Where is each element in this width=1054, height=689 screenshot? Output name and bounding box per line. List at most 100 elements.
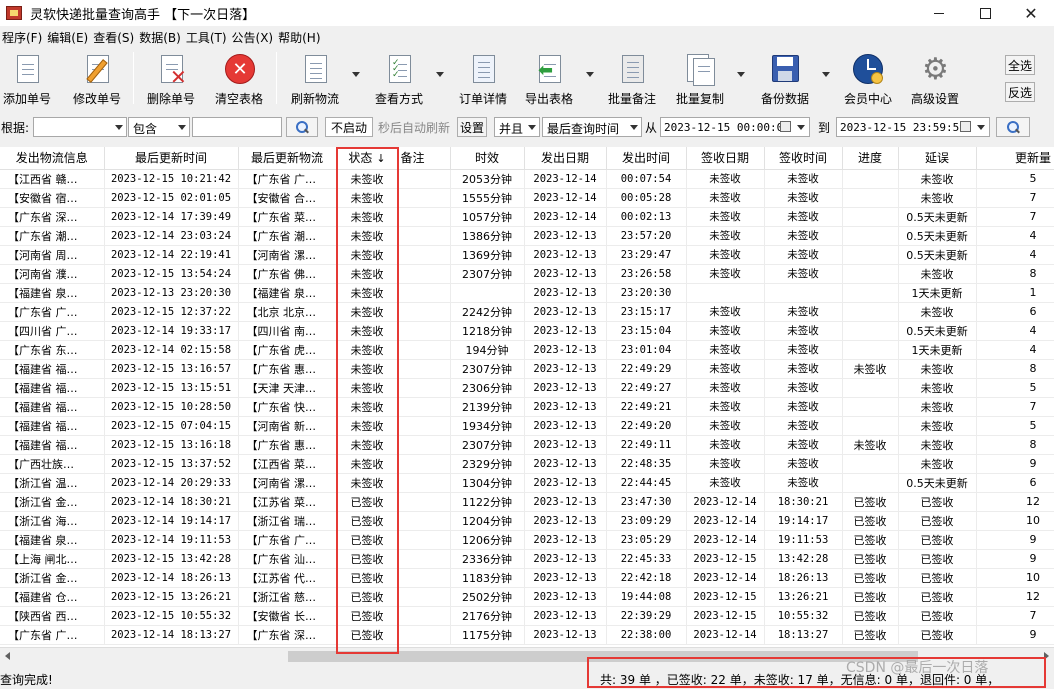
select-all-button[interactable]: 全选: [1005, 55, 1035, 75]
invert-selection-button[interactable]: 反选: [1005, 82, 1035, 102]
table-cell: 【广东省 广…: [238, 530, 337, 550]
table-row[interactable]: 【上海 闸北… 2023-12-15 13:42:28 【广东省 汕… 已签收 2336…: [0, 549, 1054, 569]
export-table-button[interactable]: ⬅ 导出表格: [520, 52, 578, 108]
order-detail-button[interactable]: 订单详情: [454, 52, 512, 108]
date-search-button[interactable]: [996, 117, 1030, 137]
view-mode-dropdown-icon[interactable]: [436, 72, 444, 78]
to-date-picker[interactable]: 2023-12-15 23:59:59: [836, 117, 990, 137]
add-number-button[interactable]: 添加单号: [0, 52, 54, 108]
table-cell: 12: [976, 492, 1054, 512]
backup-dropdown-icon[interactable]: [822, 72, 830, 78]
table-cell: 【江西省 赣…: [0, 169, 105, 189]
table-row[interactable]: 【广东省 广… 2023-12-15 12:37:22 【北京 北京… 未签收 2242…: [0, 302, 1054, 322]
export-dropdown-icon[interactable]: [586, 72, 594, 78]
backup-data-button[interactable]: 备份数据: [756, 52, 814, 108]
table-row[interactable]: 【广东省 广… 2023-12-14 18:13:27 【广东省 深… 已签收 1175…: [0, 625, 1054, 645]
batch-copy-dropdown-icon[interactable]: [737, 72, 745, 78]
table-cell: 2023-12-13: [524, 568, 607, 588]
table-row[interactable]: 【福建省 福… 2023-12-15 07:04:15 【河南省 新… 未签收 1934…: [0, 416, 1054, 436]
table-row[interactable]: 【福建省 福… 2023-12-15 10:28:50 【广东省 快… 未签收 2139…: [0, 397, 1054, 417]
table-cell: 8: [976, 359, 1054, 379]
col-header-last-update-logistics[interactable]: 最后更新物流: [238, 147, 337, 170]
table-row[interactable]: 【河南省 周… 2023-12-14 22:19:41 【河南省 漯… 未签收 1369…: [0, 245, 1054, 265]
table-row[interactable]: 【浙江省 金… 2023-12-14 18:30:21 【江苏省 菜… 已签收 1122…: [0, 492, 1054, 512]
table-cell: 19:14:17: [764, 511, 843, 531]
search-button[interactable]: [286, 117, 318, 137]
refresh-logistics-button[interactable]: 刷新物流: [286, 52, 344, 108]
table-row[interactable]: 【广东省 深… 2023-12-14 17:39:49 【广东省 菜… 未签收 1057…: [0, 207, 1054, 227]
table-row[interactable]: 【浙江省 海… 2023-12-14 19:14:17 【浙江省 瑞… 已签收 1204…: [0, 511, 1054, 531]
table-row[interactable]: 【广西壮族… 2023-12-15 13:37:52 【江西省 菜… 未签收 2329分…: [0, 454, 1054, 474]
col-header-status[interactable]: 状态 ↓: [336, 147, 399, 170]
menu-help[interactable]: 帮助(H): [276, 29, 323, 46]
batch-note-button[interactable]: 批量备注: [603, 52, 661, 108]
batch-copy-button[interactable]: 批量复制: [671, 52, 729, 108]
menu-tools[interactable]: 工具(T): [184, 29, 230, 46]
match-mode-select[interactable]: 包含: [128, 117, 190, 137]
table-cell: 【北京 北京…: [238, 302, 337, 322]
table-row[interactable]: 【河南省 濮… 2023-12-15 13:54:24 【广东省 佛… 未签收 2307…: [0, 264, 1054, 284]
table-row[interactable]: 【福建省 仓… 2023-12-15 13:26:21 【浙江省 慈… 已签收 2502…: [0, 587, 1054, 607]
clear-table-button[interactable]: ✕ 清空表格: [211, 52, 267, 108]
table-row[interactable]: 【四川省 广… 2023-12-14 19:33:17 【四川省 南… 未签收 1218…: [0, 321, 1054, 341]
scroll-left-icon[interactable]: [5, 652, 10, 660]
table-row[interactable]: 【江西省 赣… 2023-12-15 10:21:42 【广东省 广… 未签收 2053…: [0, 169, 1054, 189]
table-row[interactable]: 【浙江省 温… 2023-12-14 20:29:33 【河南省 漯… 未签收 1304…: [0, 473, 1054, 493]
menu-view[interactable]: 查看(S): [91, 29, 137, 46]
advanced-settings-button[interactable]: ⚙ 高级设置: [906, 52, 964, 108]
table-row[interactable]: 【福建省 福… 2023-12-15 13:16:18 【广东省 惠… 未签收 2307…: [0, 435, 1054, 455]
table-row[interactable]: 【陕西省 西… 2023-12-15 10:55:32 【安徽省 长… 已签收 2176…: [0, 606, 1054, 626]
table-row[interactable]: 【福建省 泉… 2023-12-14 19:11:53 【广东省 广… 已签收 1206…: [0, 530, 1054, 550]
col-header-sign-date[interactable]: 签收日期: [686, 147, 765, 170]
col-header-update-count[interactable]: 更新量: [976, 147, 1054, 170]
table-cell: 2023-12-13: [524, 359, 607, 379]
member-center-button[interactable]: 会员中心: [838, 52, 898, 108]
table-cell: 未签收: [336, 378, 399, 398]
table-cell: 未签收: [336, 207, 399, 227]
detail-sheet-icon: [468, 54, 498, 86]
settings-button[interactable]: 设置: [457, 117, 487, 137]
filter-field-select[interactable]: [33, 117, 127, 137]
scrollbar-thumb[interactable]: [288, 651, 918, 662]
edit-number-button[interactable]: 修改单号: [70, 52, 124, 108]
col-header-progress[interactable]: 进度: [842, 147, 899, 170]
time-field-select[interactable]: 最后查询时间: [542, 117, 642, 137]
keyword-input[interactable]: [192, 117, 282, 137]
from-date-picker[interactable]: 2023-12-15 00:00:00: [660, 117, 810, 137]
menu-data[interactable]: 数据(B): [137, 29, 184, 46]
table-row[interactable]: 【福建省 福… 2023-12-15 13:16:57 【广东省 惠… 未签收 2307…: [0, 359, 1054, 379]
filter-by-label: 根据:: [1, 121, 30, 135]
maximize-button[interactable]: [962, 0, 1008, 26]
table-cell: 【浙江省 温…: [0, 473, 105, 493]
table-cell: [842, 226, 899, 246]
menu-edit[interactable]: 编辑(E): [45, 29, 91, 46]
menu-announcement[interactable]: 公告(X): [230, 29, 277, 46]
minimize-button[interactable]: [916, 0, 962, 26]
auto-refresh-toggle[interactable]: 不启动: [325, 117, 373, 137]
col-header-ship-time[interactable]: 发出时间: [606, 147, 687, 170]
col-header-last-update-time[interactable]: 最后更新时间: [104, 147, 239, 170]
table-row[interactable]: 【浙江省 金… 2023-12-14 18:26:13 【江苏省 代… 已签收 1183…: [0, 568, 1054, 588]
col-header-ship-date[interactable]: 发出日期: [524, 147, 607, 170]
col-header-delay[interactable]: 延误: [898, 147, 977, 170]
table-row[interactable]: 【广东省 东… 2023-12-14 02:15:58 【广东省 虎… 未签收 194分…: [0, 340, 1054, 360]
col-header-duration[interactable]: 时效: [450, 147, 525, 170]
col-header-origin[interactable]: 发出物流信息: [0, 147, 105, 170]
results-table[interactable]: 发出物流信息 最后更新时间 最后更新物流 状态 ↓ 备注 时效 发出日期 发出时间…: [0, 147, 1054, 647]
table-cell: 【四川省 广…: [0, 321, 105, 341]
logic-select[interactable]: 并且: [494, 117, 540, 137]
refresh-dropdown-icon[interactable]: [352, 72, 360, 78]
close-button[interactable]: ✕: [1008, 0, 1054, 26]
table-row[interactable]: 【广东省 潮… 2023-12-14 23:03:24 【广东省 潮… 未签收 1386…: [0, 226, 1054, 246]
menu-program[interactable]: 程序(F): [0, 29, 45, 46]
table-row[interactable]: 【福建省 泉… 2023-12-13 23:20:30 【福建省 泉… 未签收 2023…: [0, 283, 1054, 303]
view-mode-button[interactable]: ✓ ✓ ✓ 查看方式: [370, 52, 428, 108]
delete-number-button[interactable]: ✕ 删除单号: [144, 52, 198, 108]
scroll-right-icon[interactable]: [1044, 652, 1049, 660]
col-header-sign-time[interactable]: 签收时间: [764, 147, 843, 170]
table-row[interactable]: 【福建省 福… 2023-12-15 13:15:51 【天津 天津… 未签收 2306…: [0, 378, 1054, 398]
table-cell: 0.5天未更新: [898, 207, 977, 227]
col-header-note[interactable]: 备注: [398, 147, 451, 170]
table-row[interactable]: 【安徽省 宿… 2023-12-15 02:01:05 【安徽省 合… 未签收 1555…: [0, 188, 1054, 208]
table-cell: 2023-12-13: [524, 587, 607, 607]
